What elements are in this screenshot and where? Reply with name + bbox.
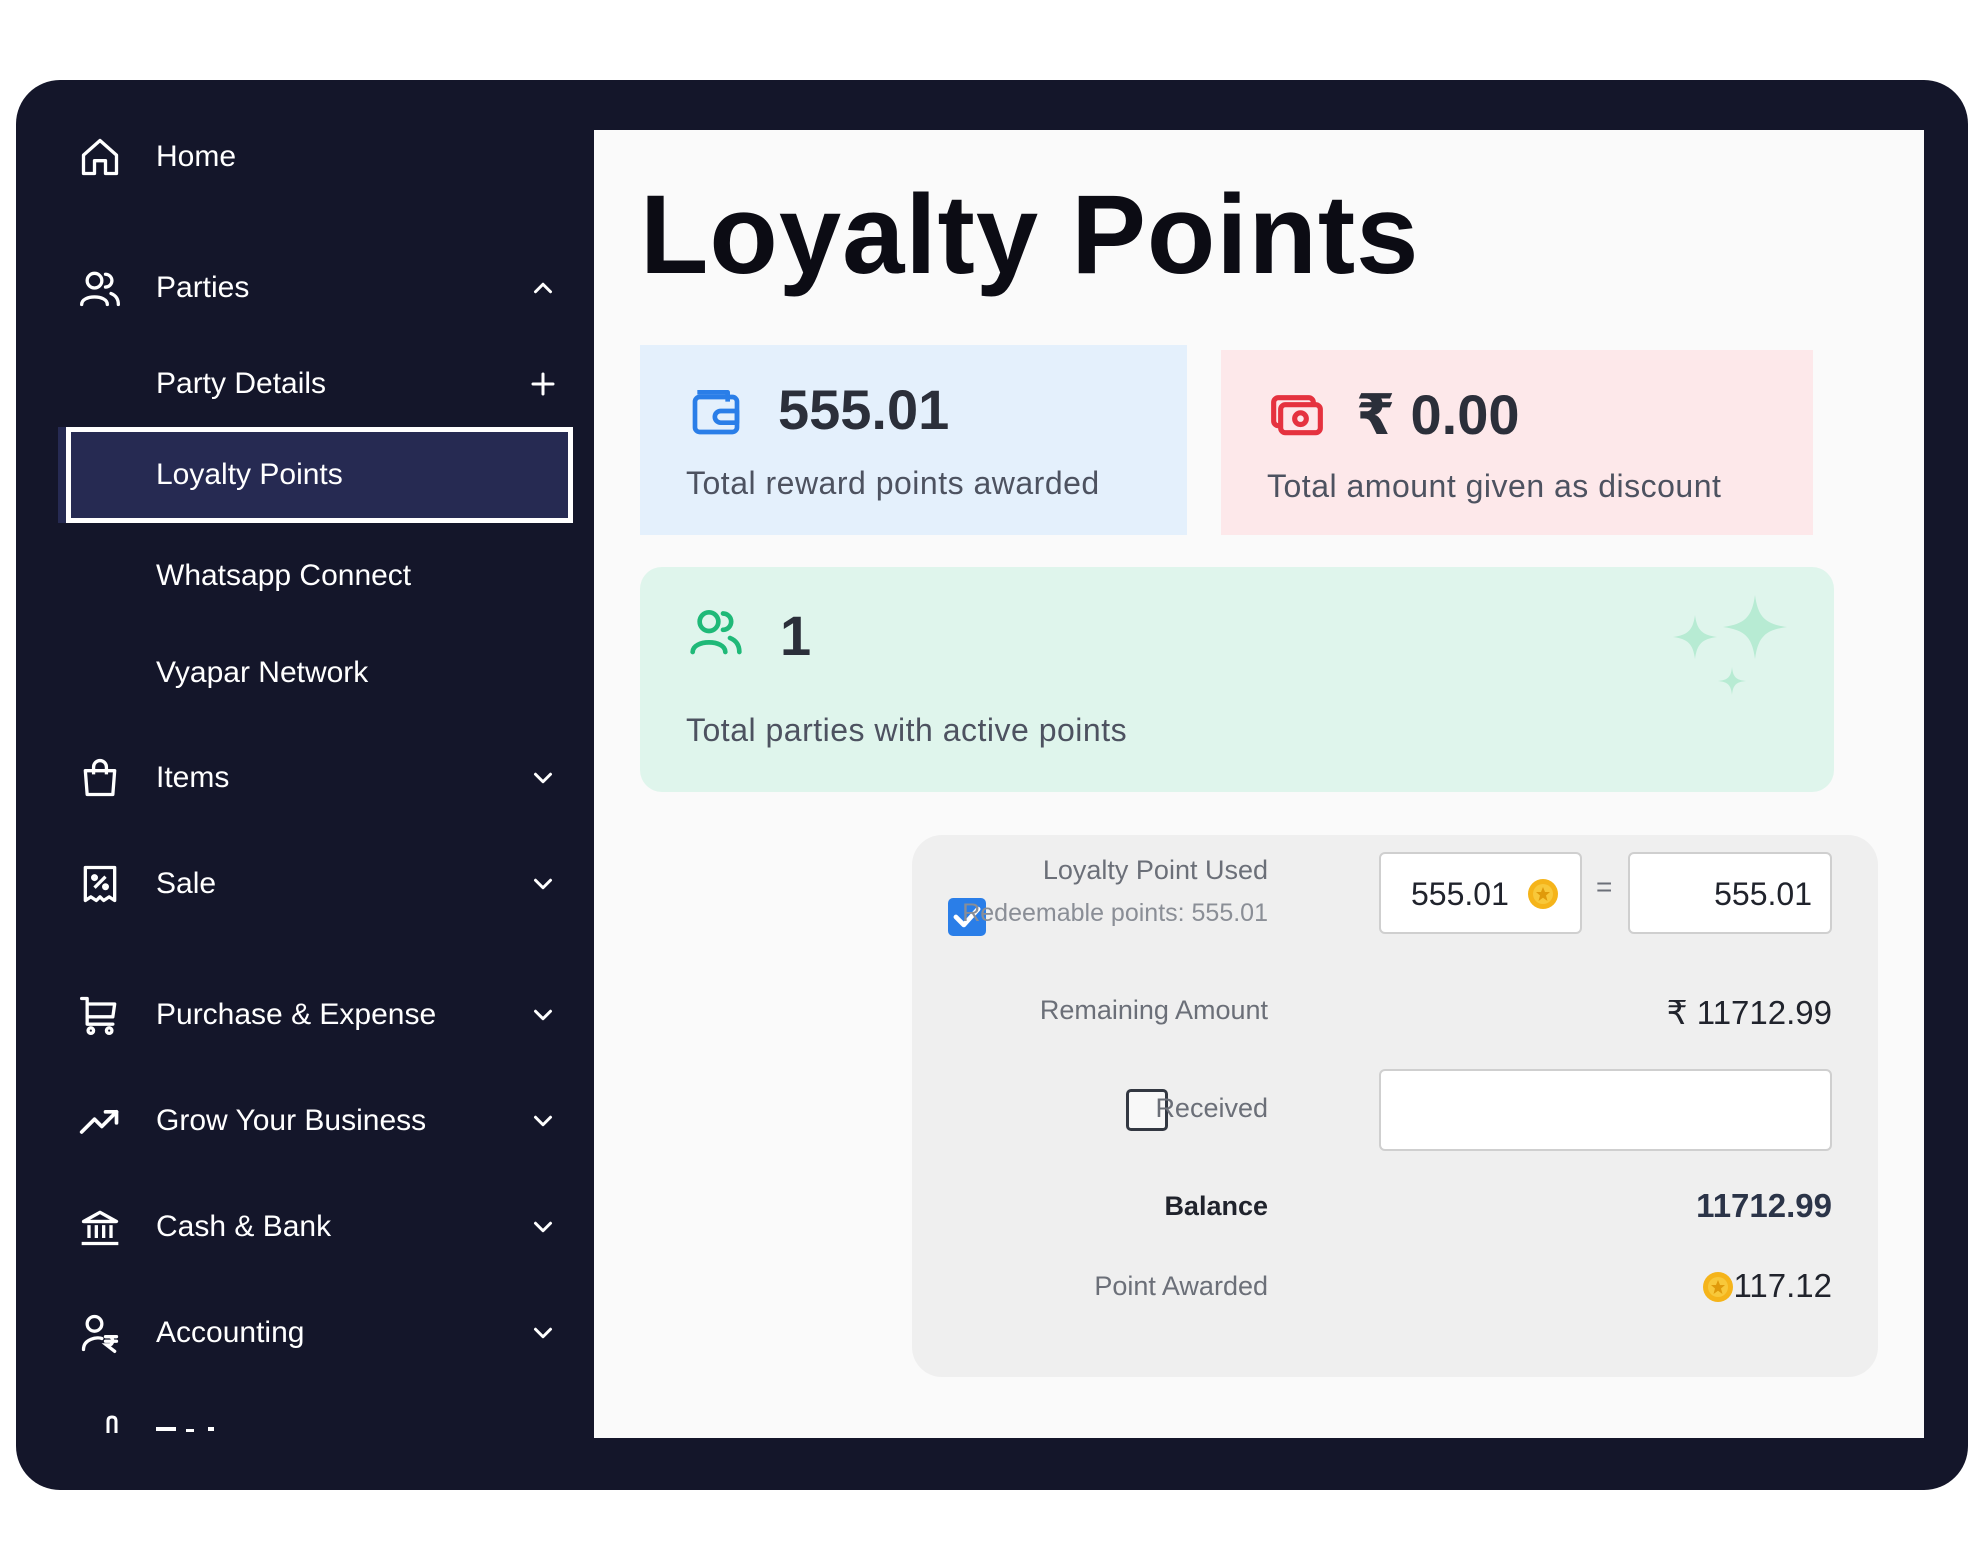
chevron-down-icon[interactable] <box>528 763 558 793</box>
active-parties-label: Total parties with active points <box>686 712 1128 748</box>
loyalty-used-label: Loyalty Point Used <box>1042 855 1268 885</box>
cutoff-glyphs <box>106 1415 214 1433</box>
sparkles-icon <box>1673 595 1787 695</box>
sidebar-item-label: Party Details <box>156 367 327 400</box>
point-awarded-label: Point Awarded <box>1094 1271 1268 1301</box>
point-awarded-value: 117.12 <box>1733 1267 1832 1304</box>
received-input[interactable] <box>1379 1069 1832 1151</box>
sidebar: Home Parties Party Details Loyalty Point… <box>16 80 591 1490</box>
balance-value: 11712.99 <box>1696 1187 1832 1224</box>
receipt-icon <box>83 865 117 903</box>
sidebar-item-label: Grow Your Business <box>156 1104 427 1137</box>
coin-icon <box>1528 879 1558 909</box>
sidebar-item-label: Vyapar Network <box>156 656 369 689</box>
reward-points-card: 555.01 Total reward points awarded <box>640 345 1187 535</box>
redeem-amount-input[interactable]: 555.01 <box>1628 852 1832 934</box>
received-label: Received <box>1155 1093 1268 1123</box>
sidebar-item-label: Parties <box>156 271 250 304</box>
loyalty-points-input-value: 555.01 <box>1411 876 1509 912</box>
remaining-amount-label: Remaining Amount <box>1039 995 1268 1025</box>
coin-icon <box>1703 1272 1733 1302</box>
chevron-down-icon[interactable] <box>528 1106 558 1136</box>
cash-icon <box>1271 395 1323 436</box>
discount-card: ₹ 0.00 Total amount given as discount <box>1221 350 1813 535</box>
sidebar-item-label: Accounting <box>156 1316 305 1349</box>
sidebar-item-sale[interactable]: Sale <box>16 836 591 932</box>
reward-points-value: 555.01 <box>778 378 950 441</box>
balance-label: Balance <box>1164 1191 1268 1221</box>
users-icon <box>80 271 120 307</box>
discount-value: ₹ 0.00 <box>1356 383 1520 446</box>
trending-up-icon <box>79 1110 119 1134</box>
sidebar-item-loyalty-points[interactable]: Loyalty Points <box>58 427 573 523</box>
sidebar-item-cash-bank[interactable]: Cash & Bank <box>16 1179 591 1275</box>
equals-sign: = <box>1596 871 1613 902</box>
chevron-down-icon[interactable] <box>528 869 558 899</box>
sidebar-item-label: Purchase & Expense <box>156 998 437 1031</box>
sidebar-item-party-details[interactable]: Party Details <box>16 336 591 432</box>
sidebar-item-accounting[interactable]: Accounting <box>16 1285 591 1381</box>
active-parties-card: 1 Total parties with active points <box>640 567 1834 792</box>
sidebar-item-label: Home <box>156 140 237 173</box>
cart-icon <box>80 996 117 1035</box>
page-title: Loyalty Points <box>640 172 1420 297</box>
sidebar-item-label: Sale <box>156 867 217 900</box>
sidebar-item-label: Loyalty Points <box>156 458 343 491</box>
wallet-icon <box>692 390 740 435</box>
chevron-down-icon[interactable] <box>528 1212 558 1242</box>
remaining-amount-value: ₹ 11712.99 <box>1666 994 1832 1031</box>
sidebar-item-vyapar-network[interactable]: Vyapar Network <box>16 625 591 721</box>
chevron-down-icon[interactable] <box>528 1000 558 1030</box>
sidebar-item-whatsapp-connect[interactable]: Whatsapp Connect <box>16 528 591 624</box>
main-panel: Loyalty Points 555.01 Total reward point… <box>594 130 1924 1438</box>
app-window: Home Parties Party Details Loyalty Point… <box>16 80 1968 1490</box>
active-parties-value: 1 <box>780 604 812 667</box>
bank-icon <box>81 1210 119 1246</box>
sidebar-item-home[interactable]: Home <box>16 109 591 205</box>
chevron-up-icon[interactable] <box>528 273 558 303</box>
sidebar-item-items[interactable]: Items <box>16 730 591 826</box>
plus-icon[interactable] <box>528 369 558 399</box>
sidebar-item-label: Items <box>156 761 230 794</box>
discount-label: Total amount given as discount <box>1267 468 1722 504</box>
loyalty-redeem-form: Loyalty Point Used Redeemable points: 55… <box>912 835 1878 1377</box>
sidebar-item-purchase-expense[interactable]: Purchase & Expense <box>16 967 591 1063</box>
reward-points-label: Total reward points awarded <box>686 465 1100 501</box>
chevron-down-icon[interactable] <box>528 1318 558 1348</box>
loyalty-points-input[interactable]: 555.01 <box>1379 852 1582 934</box>
home-icon <box>81 138 119 176</box>
sidebar-item-cutoff <box>78 1415 478 1433</box>
user-rupee-icon <box>81 1314 119 1353</box>
sidebar-item-parties[interactable]: Parties <box>16 240 591 336</box>
users-icon <box>690 610 742 655</box>
sidebar-item-label: Cash & Bank <box>156 1210 332 1243</box>
redeem-amount-input-value: 555.01 <box>1714 876 1812 912</box>
sidebar-item-grow-business[interactable]: Grow Your Business <box>16 1073 591 1169</box>
redeemable-points-label: Redeemable points: 555.01 <box>962 899 1268 927</box>
shopping-bag-icon <box>83 758 117 797</box>
sidebar-item-label: Whatsapp Connect <box>156 559 412 592</box>
